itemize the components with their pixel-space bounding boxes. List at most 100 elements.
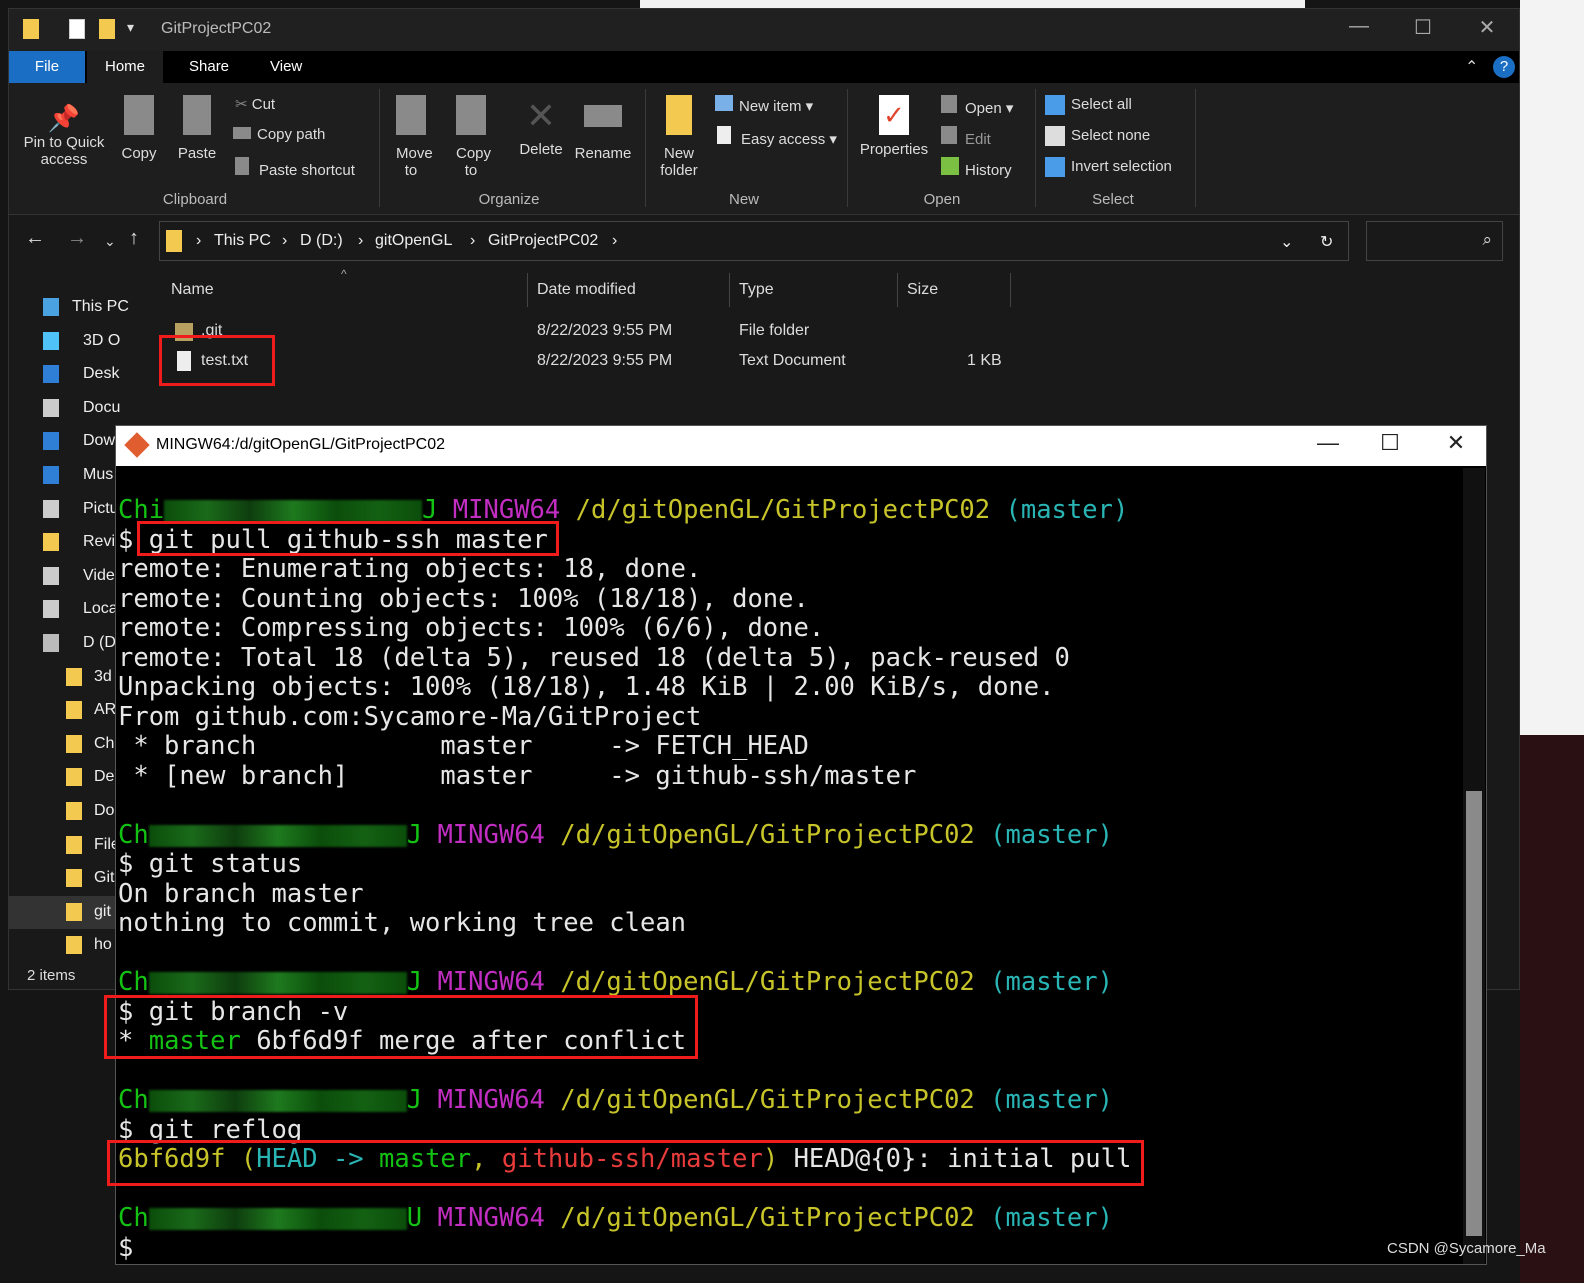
folder-icon	[43, 466, 59, 484]
terminal-scrollbar-thumb[interactable]	[1466, 791, 1482, 1236]
highlight-box	[107, 1140, 1144, 1186]
folder-icon	[66, 701, 82, 720]
tab-file[interactable]: File	[9, 51, 85, 83]
sidebar-item[interactable]: Docu	[9, 392, 149, 425]
file-row-test-txt[interactable]: test.txt 8/22/2023 9:55 PM Text Document…	[159, 349, 1019, 379]
sidebar-item[interactable]: 3D O	[9, 325, 149, 358]
group-label-select: Select	[1092, 191, 1134, 208]
terminal-minimize-button[interactable]: —	[1308, 430, 1348, 456]
column-header-type[interactable]: Type	[739, 281, 774, 299]
copy-to-button[interactable]: Copy to	[449, 95, 493, 179]
sidebar-item[interactable]: Desk	[9, 358, 149, 391]
file-row-git[interactable]: .git 8/22/2023 9:55 PM File folder	[159, 319, 1019, 349]
pin-icon: 📌	[47, 103, 81, 133]
file-type: Text Document	[739, 352, 846, 369]
address-bar[interactable]: › This PC › D (D:) › gitOpenGL › GitProj…	[159, 221, 1349, 261]
divider	[379, 89, 380, 207]
terminal-text: /d/gitOpenGL/GitProjectPC02	[560, 1203, 991, 1233]
column-divider	[897, 273, 898, 307]
folder-icon	[43, 398, 59, 417]
title-bar: ▾ GitProjectPC02 — ☐ ✕	[9, 9, 1519, 51]
paste-shortcut-button[interactable]: Paste shortcut	[235, 157, 355, 179]
easy-access-button[interactable]: Easy access ▾	[717, 126, 837, 148]
new-folder-quick-icon[interactable]	[99, 19, 115, 39]
folder-icon	[43, 634, 59, 652]
terminal-text: remote: Compressing objects: 100% (6/6),…	[118, 613, 825, 643]
back-button[interactable]: ←	[25, 227, 45, 250]
column-header-name[interactable]: Name	[171, 281, 214, 299]
collapse-ribbon-icon[interactable]: ⌃	[1465, 57, 1478, 77]
terminal-text: On branch master	[118, 878, 364, 909]
terminal-maximize-button[interactable]: ☐	[1370, 430, 1410, 456]
sidebar-item-label: Vide	[83, 566, 115, 584]
terminal-text: /d/gitOpenGL/GitProjectPC02	[575, 495, 1006, 525]
terminal-line: remote: Total 18 (delta 5), reused 18 (d…	[118, 643, 1131, 674]
open-button[interactable]: Open ▾	[941, 95, 1013, 117]
new-item-button[interactable]: New item ▾	[715, 95, 813, 115]
properties-button[interactable]: ✓ Properties	[853, 95, 935, 158]
tab-home[interactable]: Home	[87, 51, 164, 83]
sidebar-item[interactable]: This PC	[9, 291, 149, 324]
up-button[interactable]: ↑	[129, 227, 139, 250]
file-date: 8/22/2023 9:55 PM	[537, 352, 673, 369]
forward-button[interactable]: →	[67, 227, 87, 250]
group-label-open: Open	[923, 191, 961, 208]
highlight-box	[137, 521, 559, 556]
move-to-button[interactable]: Move to	[389, 95, 433, 179]
terminal-text: (master)	[990, 819, 1113, 850]
copy-icon	[124, 95, 154, 135]
close-button[interactable]: ✕	[1467, 15, 1507, 40]
customize-quick-access-icon[interactable]: ▾	[127, 19, 134, 36]
paste-icon	[183, 95, 211, 135]
history-icon	[941, 157, 959, 175]
select-none-button[interactable]: Select none	[1045, 126, 1150, 146]
terminal-close-button[interactable]: ✕	[1436, 430, 1476, 456]
search-icon: ⌕	[1482, 230, 1492, 249]
rename-icon	[584, 105, 622, 127]
terminal-text: nothing to commit, working tree clean	[118, 908, 687, 938]
tab-share[interactable]: Share	[171, 51, 247, 83]
breadcrumb-gitprojectpc02[interactable]: GitProjectPC02	[488, 232, 598, 250]
sidebar-item-label: Mus	[83, 466, 114, 483]
delete-button[interactable]: ✕ Delete	[513, 95, 569, 158]
breadcrumb-gitopengl[interactable]: gitOpenGL	[375, 232, 452, 250]
terminal-text: (master)	[990, 1203, 1113, 1233]
terminal-text: (master)	[990, 967, 1113, 997]
edit-button[interactable]: Edit	[941, 126, 991, 148]
copy-button[interactable]: Copy	[117, 95, 161, 162]
help-icon[interactable]: ?	[1493, 56, 1515, 78]
pin-to-quick-access-button[interactable]: 📌 Pin to Quick access	[17, 103, 111, 168]
properties-quick-icon[interactable]	[69, 19, 85, 39]
paste-button[interactable]: Paste	[175, 95, 219, 162]
sidebar-item-label: Ch	[94, 734, 115, 752]
column-header-size[interactable]: Size	[907, 281, 938, 299]
history-button[interactable]: History	[941, 157, 1012, 179]
sidebar-item-label: 3d	[94, 667, 112, 685]
column-header-date[interactable]: Date modified	[537, 281, 636, 299]
minimize-button[interactable]: —	[1339, 15, 1379, 38]
folder-icon	[66, 902, 82, 921]
search-input[interactable]: ⌕	[1366, 221, 1503, 261]
refresh-button[interactable]: ↻	[1320, 232, 1333, 252]
divider	[847, 89, 848, 207]
terminal-line: $ git status	[118, 849, 1131, 880]
recent-locations-button[interactable]: ⌄	[104, 233, 116, 250]
folder-icon	[166, 230, 182, 252]
terminal-text: $	[118, 1232, 134, 1263]
terminal-line: nothing to commit, working tree clean	[118, 908, 1131, 939]
breadcrumb-this-pc[interactable]: This PC	[214, 232, 271, 250]
sidebar-item-label: ho	[94, 936, 112, 954]
select-all-button[interactable]: Select all	[1045, 95, 1132, 115]
ribbon-tabs: File Home Share View ⌃ ?	[9, 51, 1519, 83]
new-item-icon	[715, 95, 733, 111]
copy-path-button[interactable]: Copy path	[233, 126, 325, 143]
cut-button[interactable]: ✂ Cut	[235, 95, 275, 113]
tab-view[interactable]: View	[252, 51, 320, 83]
maximize-button[interactable]: ☐	[1403, 15, 1443, 40]
new-folder-button[interactable]: New folder	[655, 95, 703, 179]
address-history-dropdown[interactable]: ⌄	[1280, 232, 1293, 252]
rename-button[interactable]: Rename	[573, 95, 633, 162]
invert-selection-button[interactable]: Invert selection	[1045, 157, 1172, 177]
breadcrumb-d-drive[interactable]: D (D:)	[300, 232, 343, 250]
terminal-text: MINGW64	[437, 819, 561, 850]
